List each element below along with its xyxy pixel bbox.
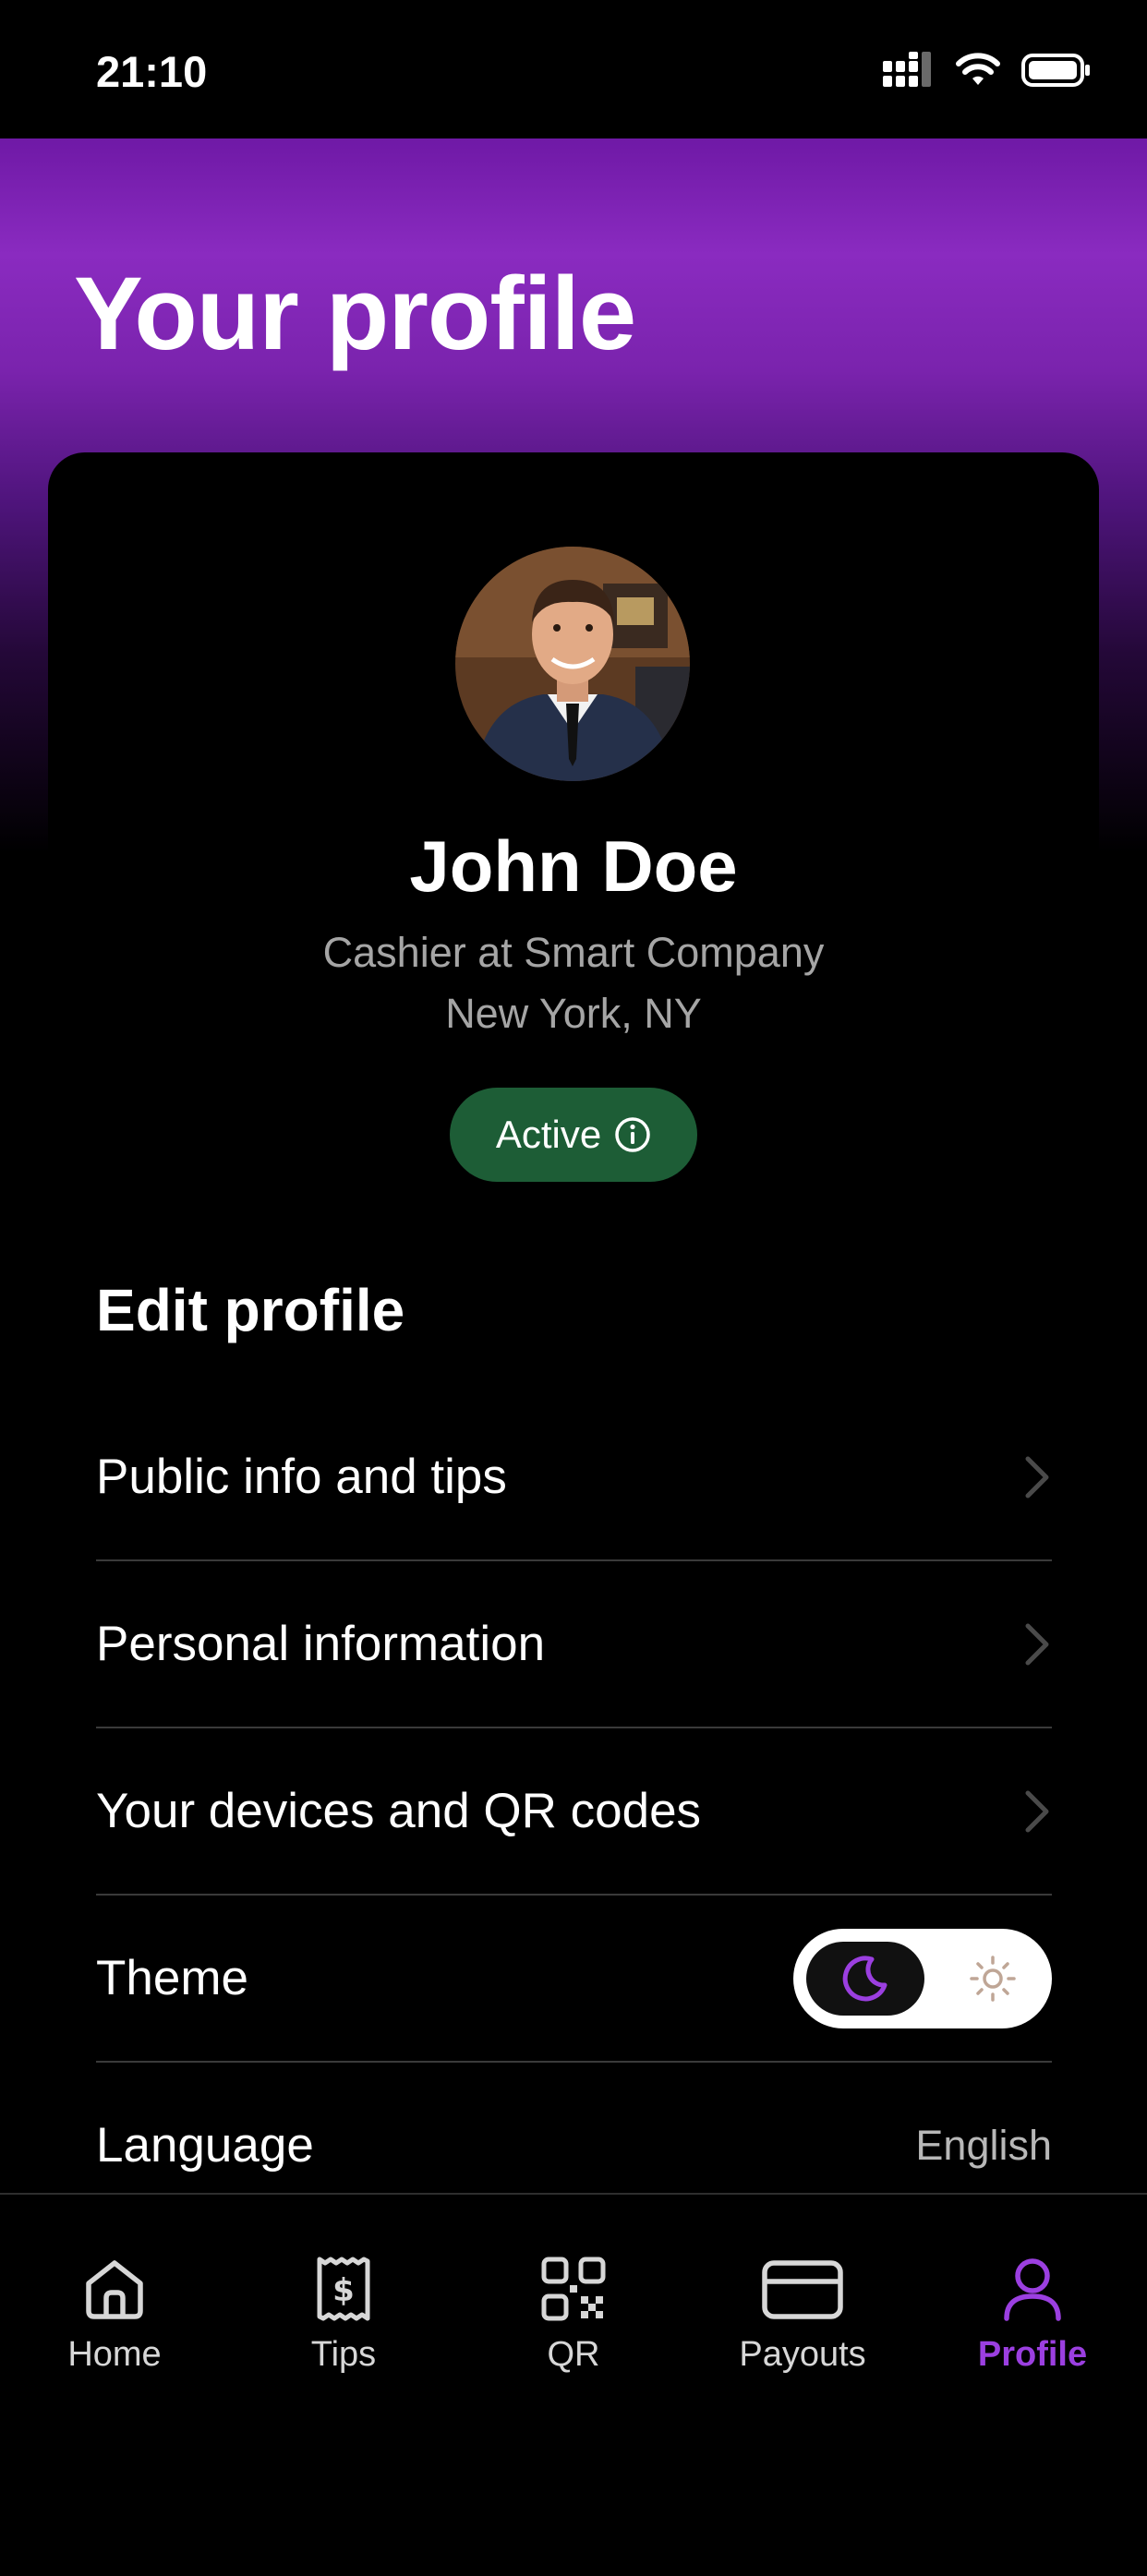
tab-label: QR <box>547 2335 600 2374</box>
menu-item-personal-information[interactable]: Personal information <box>96 1561 1052 1728</box>
section-title-edit-profile: Edit profile <box>96 1277 405 1343</box>
sun-icon[interactable] <box>969 1955 1017 2003</box>
avatar[interactable] <box>455 547 690 781</box>
profile-name: John Doe <box>409 825 738 907</box>
menu-item-public-info[interactable]: Public info and tips <box>96 1394 1052 1561</box>
menu-item-devices-qr[interactable]: Your devices and QR codes <box>96 1728 1052 1896</box>
user-icon <box>1004 2258 1061 2321</box>
tab-label: Tips <box>310 2335 377 2374</box>
moon-icon <box>842 1955 887 2001</box>
status-badge[interactable]: Active <box>450 1088 697 1182</box>
tab-label: Home <box>67 2335 162 2374</box>
tab-qr[interactable]: QR <box>459 2195 688 2379</box>
chevron-right-icon <box>1025 1456 1049 1498</box>
language-value: English <box>915 2121 1052 2169</box>
page-title: Your profile <box>74 256 636 371</box>
status-time: 21:10 <box>96 47 208 96</box>
tab-payouts[interactable]: Payouts <box>688 2195 917 2379</box>
home-icon <box>86 2260 143 2319</box>
receipt-dollar-icon: $ <box>317 2257 370 2321</box>
status-bar: 21:10 <box>0 0 1147 138</box>
avatar-photo <box>455 547 690 781</box>
status-icons <box>883 52 1092 89</box>
menu-item-label: Public info and tips <box>96 1450 507 1504</box>
tab-label: Profile <box>977 2335 1088 2374</box>
menu-item-theme: Theme <box>96 1896 1052 2063</box>
info-icon <box>615 1117 650 1152</box>
signal-icon <box>883 52 931 87</box>
wifi-icon <box>956 53 1000 85</box>
tab-profile[interactable]: Profile <box>918 2195 1147 2379</box>
tab-home[interactable]: Home <box>0 2195 229 2379</box>
chevron-right-icon <box>1025 1790 1049 1832</box>
tab-tips[interactable]: $ Tips <box>229 2195 458 2379</box>
dark-mode-option[interactable] <box>806 1941 924 2016</box>
menu-item-label: Your devices and QR codes <box>96 1784 702 1838</box>
tab-label: Payouts <box>739 2335 866 2374</box>
credit-card-icon <box>762 2260 843 2319</box>
battery-icon <box>1021 54 1090 87</box>
theme-toggle[interactable] <box>793 1928 1052 2028</box>
profile-role: Cashier at Smart Company <box>322 929 825 976</box>
theme-label: Theme <box>96 1951 248 2005</box>
svg-text:$: $ <box>332 2272 355 2309</box>
language-label: Language <box>96 2118 314 2173</box>
profile-location: New York, NY <box>445 990 702 1037</box>
chevron-right-icon <box>1025 1623 1049 1665</box>
status-badge-label: Active <box>495 1113 602 1156</box>
qr-code-icon <box>541 2257 606 2321</box>
bottom-tab-bar: Home $ Tips QR Payouts Profile <box>0 2193 1147 2484</box>
menu-item-label: Personal information <box>96 1617 546 1671</box>
